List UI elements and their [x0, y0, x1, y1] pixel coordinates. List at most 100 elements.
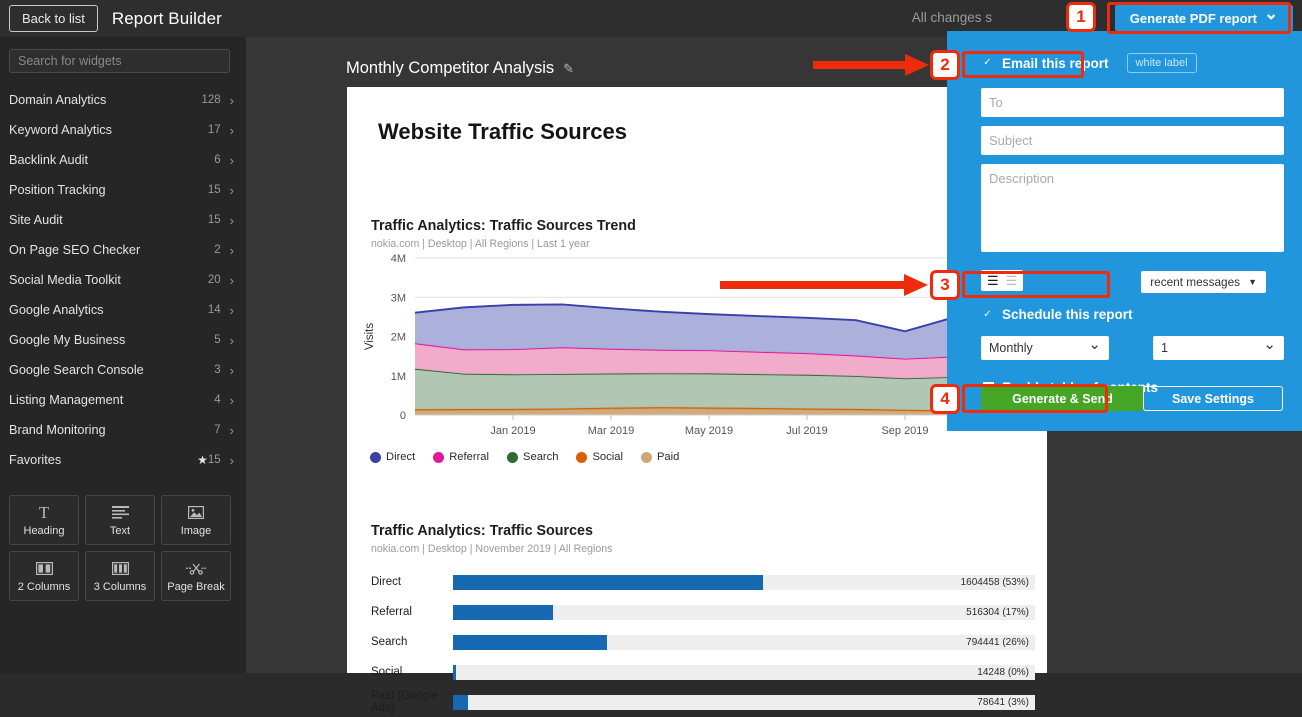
bar-track: 78641 (3%)	[453, 695, 1035, 710]
x-axis-tick: Sep 2019	[881, 425, 928, 437]
area-widget-subtitle: nokia.com | Desktop | All Regions | Last…	[371, 238, 1047, 250]
sidebar-item-site-audit[interactable]: Site Audit15›	[0, 205, 246, 235]
sidebar-item-position-tracking[interactable]: Position Tracking15›	[0, 175, 246, 205]
legend-label: Referral	[449, 451, 489, 463]
bar-fill	[453, 695, 468, 710]
widget-3-columns[interactable]: 3 Columns	[85, 551, 155, 601]
sidebar-item-label: Social Media Toolkit	[9, 273, 208, 287]
favorite-star-icon: ★	[197, 453, 208, 467]
page-break-icon	[186, 560, 206, 577]
legend-item[interactable]: Social	[576, 451, 622, 463]
sidebar-item-count: 15	[208, 184, 221, 196]
bar-category-label: Referral	[371, 606, 453, 618]
sidebar-item-google-search-console[interactable]: Google Search Console3›	[0, 355, 246, 385]
legend-label: Search	[523, 451, 558, 463]
legend-item[interactable]: Direct	[370, 451, 415, 463]
recent-messages-dropdown[interactable]: recent messages ▼	[1141, 271, 1266, 293]
bar-fill	[453, 575, 763, 590]
report-settings-panel: ✓ Email this report white label ☰ ☰ rece…	[947, 31, 1302, 431]
legend-item[interactable]: Search	[507, 451, 558, 463]
email-checkbox[interactable]: ✓	[981, 57, 994, 70]
y-axis-tick: 2M	[391, 332, 406, 344]
sidebar-item-label: Favorites	[9, 453, 192, 467]
chevron-right-icon: ›	[230, 274, 234, 287]
sidebar-item-listing-management[interactable]: Listing Management4›	[0, 385, 246, 415]
sidebar-item-count: 7	[214, 424, 220, 436]
bar-row: Search794441 (26%)	[371, 627, 1047, 657]
email-subject-input[interactable]	[981, 126, 1284, 155]
sidebar-item-label: Keyword Analytics	[9, 123, 208, 137]
widget-label: Heading	[24, 525, 65, 537]
sidebar-item-social-media-toolkit[interactable]: Social Media Toolkit20 ›	[0, 265, 246, 295]
generate-pdf-label: Generate PDF report	[1130, 11, 1257, 26]
save-settings-button[interactable]: Save Settings	[1143, 386, 1283, 411]
sidebar-item-backlink-audit[interactable]: Backlink Audit6›	[0, 145, 246, 175]
legend-color-dot	[370, 452, 381, 463]
x-axis-tick: Jan 2019	[490, 425, 535, 437]
bar-track: 14248 (0%)	[453, 665, 1035, 680]
widget-heading[interactable]: THeading	[9, 495, 79, 545]
legend-color-dot	[507, 452, 518, 463]
bar-track: 516304 (17%)	[453, 605, 1035, 620]
frequency-select[interactable]: Monthly ⌄	[981, 336, 1109, 360]
day-value: 1	[1161, 341, 1168, 355]
bar-fill	[453, 635, 607, 650]
schedule-checkbox[interactable]: ✓	[981, 308, 994, 321]
sidebar-item-count: 4	[214, 394, 220, 406]
chevron-down-icon: ▼	[1248, 277, 1257, 287]
sidebar-item-count: 20	[208, 274, 221, 286]
sidebar-item-favorites[interactable]: Favorites ★15 ›	[0, 445, 246, 475]
widget-search-input[interactable]	[9, 49, 230, 73]
chevron-right-icon: ›	[230, 304, 234, 317]
bar-fill	[453, 605, 553, 620]
sidebar-item-label: Google Analytics	[9, 303, 208, 317]
align-left-icon[interactable]: ☰	[987, 274, 999, 287]
bar-value-label: 14248 (0%)	[977, 664, 1029, 681]
sidebar: Domain Analytics128›Keyword Analytics17›…	[0, 37, 247, 673]
legend-label: Direct	[386, 451, 415, 463]
white-label-badge[interactable]: white label	[1127, 53, 1197, 73]
area-widget-header: Traffic Analytics: Traffic Sources Trend…	[371, 218, 1047, 250]
legend-item[interactable]: Referral	[433, 451, 489, 463]
editor-toolbar: ☰ ☰	[981, 270, 1023, 291]
sidebar-item-label: Google My Business	[9, 333, 214, 347]
chevron-right-icon: ›	[230, 244, 234, 257]
sidebar-item-domain-analytics[interactable]: Domain Analytics128›	[0, 85, 246, 115]
bar-category-label: Paid (Google Ads)	[371, 690, 453, 714]
widget-page-break[interactable]: Page Break	[161, 551, 231, 601]
sidebar-item-count: 14	[208, 304, 221, 316]
bar-row: Direct1604458 (53%)	[371, 567, 1047, 597]
legend-item[interactable]: Paid	[641, 451, 679, 463]
email-description-textarea[interactable]	[981, 164, 1284, 252]
text-icon	[112, 504, 129, 521]
widget-label: Page Break	[167, 581, 224, 593]
bar-track: 1604458 (53%)	[453, 575, 1035, 590]
sidebar-item-count: 15	[208, 454, 221, 466]
widget-image[interactable]: Image	[161, 495, 231, 545]
generate-pdf-report-button[interactable]: Generate PDF report ⌄	[1115, 5, 1293, 31]
widget-text[interactable]: Text	[85, 495, 155, 545]
email-to-input[interactable]	[981, 88, 1284, 117]
back-to-list-button[interactable]: Back to list	[9, 5, 98, 32]
bar-widget-title: Traffic Analytics: Traffic Sources	[371, 523, 1047, 539]
chevron-right-icon: ›	[230, 454, 234, 467]
sidebar-item-label: Position Tracking	[9, 183, 208, 197]
generate-and-send-button[interactable]: Generate & Send	[981, 386, 1144, 411]
widget-2-columns[interactable]: 2 Columns	[9, 551, 79, 601]
legend-color-dot	[433, 452, 444, 463]
sidebar-item-keyword-analytics[interactable]: Keyword Analytics17›	[0, 115, 246, 145]
bar-value-label: 516304 (17%)	[966, 604, 1029, 621]
email-this-report-row[interactable]: ✓ Email this report white label	[981, 53, 1197, 73]
sidebar-item-google-my-business[interactable]: Google My Business5›	[0, 325, 246, 355]
edit-pencil-icon[interactable]: ✎	[563, 61, 574, 77]
bar-fill	[453, 665, 456, 680]
x-axis-tick: Jul 2019	[786, 425, 828, 437]
day-select[interactable]: 1 ⌄	[1153, 336, 1284, 360]
sidebar-item-brand-monitoring[interactable]: Brand Monitoring7›	[0, 415, 246, 445]
sidebar-item-on-page-seo-checker[interactable]: On Page SEO Checker2›	[0, 235, 246, 265]
align-right-icon[interactable]: ☰	[1006, 274, 1018, 287]
sidebar-item-google-analytics[interactable]: Google Analytics14 ›	[0, 295, 246, 325]
report-header: Monthly Competitor Analysis ✎	[346, 59, 574, 78]
schedule-this-report-row[interactable]: ✓ Schedule this report	[981, 307, 1133, 322]
bar-row: Social14248 (0%)	[371, 657, 1047, 687]
